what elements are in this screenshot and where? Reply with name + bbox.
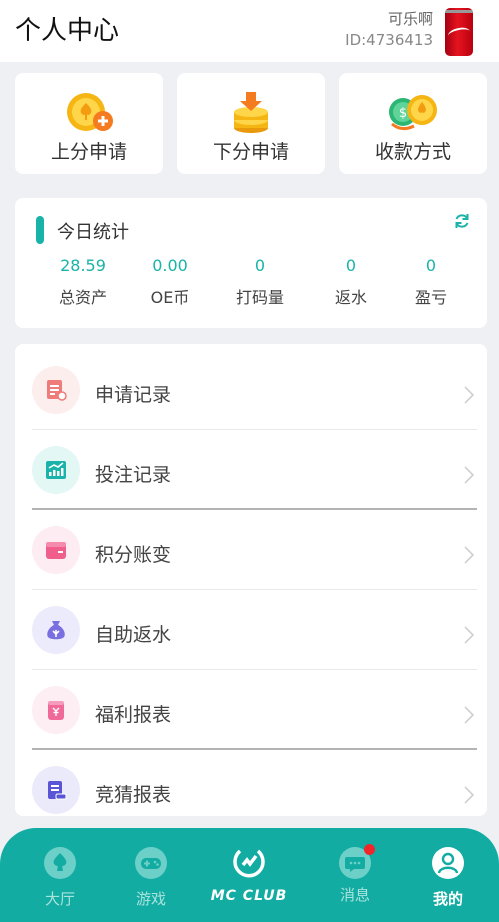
spade-icon <box>44 847 76 879</box>
menu-item-welfare-report[interactable]: 福利报表 <box>15 670 487 750</box>
notification-dot <box>364 844 375 855</box>
withdraw-request-button[interactable]: 下分申请 <box>177 73 325 174</box>
stat-label: 总资产 <box>58 288 107 307</box>
stat-value: 0 <box>425 256 437 275</box>
chart-trend-icon <box>46 461 66 479</box>
stat-label: OE币 <box>150 288 190 307</box>
avatar[interactable] <box>445 8 473 56</box>
stat-label: 返水 <box>334 288 367 307</box>
tab-mc-club[interactable]: MC CLUB <box>209 846 289 904</box>
message-icon-wrap <box>338 844 375 880</box>
today-stats-card: 今日统计 28.59 总资产 0.00 OE币 0 打码量 0 返水 0 盈亏 <box>15 198 487 328</box>
chevron-right-icon <box>464 706 475 724</box>
menu-item-label: 竞猜报表 <box>95 784 172 806</box>
menu-item-apply-records[interactable]: 申请记录 <box>15 350 487 430</box>
deposit-request-label: 上分申请 <box>50 141 127 163</box>
stat-oe-coin: 0.00 OE币 <box>125 254 215 308</box>
stat-label: 打码量 <box>235 288 284 307</box>
withdraw-request-label: 下分申请 <box>212 141 289 163</box>
stat-profit-loss: 0 盈亏 <box>386 254 476 308</box>
menu-item-bet-records[interactable]: 投注记录 <box>15 430 487 510</box>
quick-actions: 上分申请 下分申请 $ 收款方式 <box>15 73 487 174</box>
stat-value: 0.00 <box>152 256 188 275</box>
gold-coin-plus-icon <box>67 93 113 131</box>
tab-label: 我的 <box>432 890 463 908</box>
tab-label: 游戏 <box>135 890 166 908</box>
chevron-right-icon <box>464 466 475 484</box>
tab-messages[interactable]: 消息 <box>315 844 395 905</box>
tab-label: 消息 <box>339 886 370 904</box>
header: 个人中心 可乐啊 ID:4736413 <box>0 0 499 62</box>
menu-icon-bg <box>32 366 80 414</box>
tab-lobby[interactable]: 大厅 <box>20 846 100 909</box>
menu-item-label: 申请记录 <box>95 384 172 406</box>
payment-method-button[interactable]: $ 收款方式 <box>339 73 487 174</box>
stat-value: 28.59 <box>60 256 106 275</box>
menu-item-label: 积分账变 <box>95 544 172 566</box>
menu-icon-bg <box>32 526 80 574</box>
list-report-icon <box>48 781 67 800</box>
menu-item-points-changes[interactable]: 积分账变 <box>15 510 487 590</box>
tab-label: MC CLUB <box>210 888 288 904</box>
payment-method-label: 收款方式 <box>374 141 451 163</box>
menu-item-label: 投注记录 <box>95 464 172 486</box>
stat-total-assets: 28.59 总资产 <box>38 254 128 308</box>
chevron-right-icon <box>464 786 475 804</box>
document-edit-icon <box>47 380 67 401</box>
chevron-right-icon <box>464 386 475 404</box>
stat-rebate: 0 返水 <box>306 254 396 308</box>
page-title: 个人中心 <box>15 16 120 46</box>
menu-item-label: 自助返水 <box>95 624 172 646</box>
tab-games[interactable]: 游戏 <box>111 846 191 909</box>
gamepad-icon <box>135 847 167 879</box>
bottom-tab-bar: 大厅 游戏 MC CLUB 消息 我的 <box>0 828 499 922</box>
menu-item-quiz-report[interactable]: 竞猜报表 <box>15 750 487 816</box>
wallet-icon <box>46 542 66 559</box>
menu-list: 申请记录 投注记录 积分账变 自助返水 福利报表 竞猜报表 <box>15 344 487 816</box>
menu-item-self-rebate[interactable]: 自助返水 <box>15 590 487 670</box>
coins-payment-icon: $ <box>389 95 437 131</box>
user-id: ID:4736413 <box>345 31 433 49</box>
tab-label: 大厅 <box>44 890 75 908</box>
username: 可乐啊 <box>387 10 433 28</box>
stat-bet-volume: 0 打码量 <box>215 254 305 308</box>
money-bag-icon <box>47 621 65 640</box>
menu-icon-bg <box>32 686 80 734</box>
stats-title: 今日统计 <box>57 222 129 243</box>
yen-coupon-icon <box>48 701 64 720</box>
menu-item-label: 福利报表 <box>95 704 172 726</box>
mc-club-logo-icon <box>233 849 265 878</box>
chevron-right-icon <box>464 626 475 644</box>
svg-text:$: $ <box>399 106 407 121</box>
menu-icon-bg <box>32 446 80 494</box>
section-accent-bar <box>36 216 44 244</box>
menu-icon-bg <box>32 606 80 654</box>
tab-profile[interactable]: 我的 <box>408 846 488 909</box>
user-profile-icon <box>432 847 464 879</box>
stat-value: 0 <box>345 256 357 275</box>
menu-icon-bg <box>32 766 80 814</box>
stat-value: 0 <box>254 256 266 275</box>
coin-stack-arrow-icon <box>234 92 268 133</box>
stat-label: 盈亏 <box>414 288 447 307</box>
chevron-right-icon <box>464 546 475 564</box>
refresh-icon[interactable] <box>453 212 471 230</box>
deposit-request-button[interactable]: 上分申请 <box>15 73 163 174</box>
